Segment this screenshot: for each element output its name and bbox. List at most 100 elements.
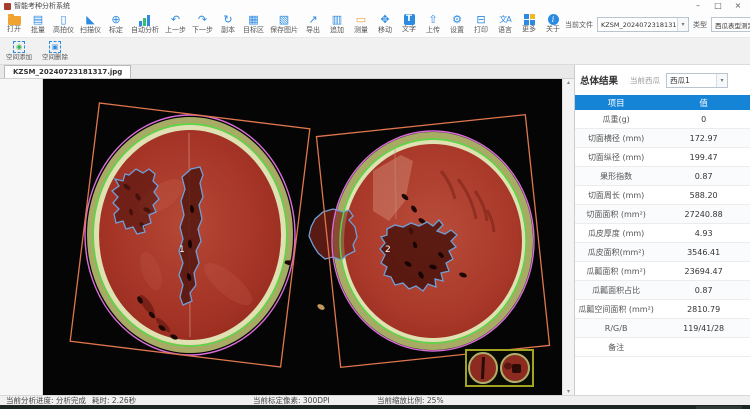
- result-row[interactable]: 瓜瓤空间面积 (mm²)2810.79: [575, 300, 750, 319]
- toolbar-button-scanner[interactable]: ◣扫描仪: [77, 13, 104, 35]
- type-select[interactable]: 西瓜表型测定: [711, 17, 750, 32]
- toolbar-button-space-delete[interactable]: ▣空间删除: [42, 41, 68, 62]
- toolbar-button-more[interactable]: 更多: [517, 13, 541, 35]
- toolbar-button-text[interactable]: T文字: [397, 13, 421, 35]
- toolbar-button-batch[interactable]: ▤批量: [26, 13, 50, 35]
- result-row[interactable]: 瓜皮厚度 (mm)4.93: [575, 224, 750, 243]
- toolbar-button-label: 设置: [450, 26, 464, 35]
- result-row[interactable]: R/G/B119/41/28: [575, 319, 750, 338]
- toolbar-button-calibration[interactable]: ⊕标定: [104, 13, 128, 35]
- toolbar-button-target-region[interactable]: ▦目标区: [240, 13, 267, 35]
- image-workspace: KZSM_20240723181317.jpg: [0, 65, 574, 395]
- result-item-value: 27240.88: [657, 210, 750, 219]
- batch-icon: ▤: [33, 13, 43, 26]
- result-row[interactable]: 果形指数0.87: [575, 167, 750, 186]
- result-item-label: 备注: [575, 342, 657, 353]
- canvas-row: 1: [0, 79, 574, 395]
- toolbar-button-label: 关于: [546, 25, 560, 34]
- result-row[interactable]: 备注: [575, 338, 750, 357]
- result-item-value: 199.47: [657, 153, 750, 162]
- column-header-value: 值: [657, 97, 750, 109]
- toolbar-button-export[interactable]: ↗导出: [301, 13, 325, 35]
- maximize-button[interactable]: □: [708, 0, 728, 11]
- status-bar: 当前分析进度: 分析完成 耗时: 2.26秒 当前标定像素: 300DPI 当前…: [0, 395, 750, 405]
- toolbar-button-label: 测量: [354, 26, 368, 35]
- toolbar-button-space-add[interactable]: ◉空间添加: [6, 41, 32, 62]
- toolbar-button-append[interactable]: ▥追加: [325, 13, 349, 35]
- toolbar-button-settings[interactable]: ⚙设置: [445, 13, 469, 35]
- result-row[interactable]: 瓜瓤面积 (mm²)23694.47: [575, 262, 750, 281]
- type-value: 西瓜表型测定: [712, 20, 750, 30]
- about-icon: i: [548, 14, 559, 25]
- result-item-label: 瓜瓤空间面积 (mm²): [575, 304, 657, 315]
- chevron-down-icon[interactable]: [716, 74, 727, 87]
- left-spacer-panel: [0, 79, 43, 395]
- toolbar-button-label: 打开: [7, 25, 21, 34]
- toolbar-button-upload[interactable]: ⇧上传: [421, 13, 445, 35]
- results-title: 总体结果: [580, 73, 618, 87]
- navigator-thumbnail[interactable]: [465, 349, 534, 387]
- elapsed-time-status: 耗时: 2.26秒: [92, 396, 136, 405]
- result-row[interactable]: 切面面积 (mm²)27240.88: [575, 205, 750, 224]
- toolbar-button-duplicate[interactable]: ↻副本: [216, 13, 240, 35]
- toolbar-button-label: 移动: [378, 26, 392, 35]
- melon-2-number: 2: [385, 245, 391, 255]
- toolbar-button-label: 追加: [330, 26, 344, 35]
- image-tab[interactable]: KZSM_20240723181317.jpg: [4, 65, 131, 78]
- toolbar-button-measure[interactable]: ▭测量: [349, 13, 373, 35]
- toolbar-button-print[interactable]: ⊟打印: [469, 13, 493, 35]
- toolbar-button-label: 下一步: [192, 26, 213, 35]
- result-item-label: 切面横径 (mm): [575, 133, 657, 144]
- undo-icon: ↶: [171, 13, 180, 26]
- taskbar-strip: [0, 405, 750, 409]
- result-item-value: 172.97: [657, 134, 750, 143]
- auto-analyze-icon: [139, 15, 151, 26]
- toolbar-button-about[interactable]: i关于: [541, 13, 565, 35]
- analysis-canvas-svg: 1: [43, 79, 562, 395]
- toolbar-button-label: 标定: [109, 26, 123, 35]
- results-panel: 总体结果 当前西瓜 西瓜1 项目 值 瓜重(g)0切面横径 (mm)172.97…: [574, 65, 750, 395]
- toolbar-button-redo[interactable]: ↷下一步: [189, 13, 216, 35]
- result-item-label: 切面面积 (mm²): [575, 209, 657, 220]
- result-row[interactable]: 切面横径 (mm)172.97: [575, 129, 750, 148]
- result-row[interactable]: 瓜瓤面积占比0.87: [575, 281, 750, 300]
- toolbar-button-label: 空间添加: [6, 53, 32, 62]
- close-button[interactable]: ×: [728, 0, 748, 11]
- toolbar-button-open-folder[interactable]: 打开: [2, 13, 26, 35]
- current-file-value: KZSM_20240723181317: [598, 21, 677, 29]
- current-file-select[interactable]: KZSM_20240723181317: [597, 17, 689, 32]
- app-icon: [4, 3, 11, 10]
- result-row[interactable]: 瓜皮面积(mm²)3546.41: [575, 243, 750, 262]
- toolbar-button-label: 上传: [426, 26, 440, 35]
- type-label: 类型: [693, 20, 707, 30]
- analysis-progress-status: 当前分析进度: 分析完成: [6, 396, 86, 405]
- result-row[interactable]: 瓜重(g)0: [575, 110, 750, 129]
- result-item-value: 2810.79: [657, 305, 750, 314]
- result-row[interactable]: 切面周长 (mm)588.20: [575, 186, 750, 205]
- toolbar-button-save-image[interactable]: ▧保存图片: [267, 13, 301, 35]
- current-melon-select[interactable]: 西瓜1: [666, 73, 728, 88]
- window-controls: – □ ×: [688, 0, 748, 11]
- image-canvas[interactable]: 1: [43, 79, 562, 395]
- result-row[interactable]: 切面纵径 (mm)199.47: [575, 148, 750, 167]
- current-melon-label: 当前西瓜: [630, 75, 660, 86]
- result-item-label: R/G/B: [575, 324, 657, 333]
- toolbar-button-undo[interactable]: ↶上一步: [162, 13, 189, 35]
- toolbar-button-auto-analyze[interactable]: 自动分析: [128, 13, 162, 35]
- toolbar-button-doc-camera[interactable]: ▯高拍仪: [50, 13, 77, 35]
- toolbar-button-label: 空间删除: [42, 53, 68, 62]
- results-table-header: 项目 值: [575, 95, 750, 110]
- result-item-value: 4.93: [657, 229, 750, 238]
- toolbar-button-label: 语言: [498, 26, 512, 35]
- result-item-value: 23694.47: [657, 267, 750, 276]
- chevron-down-icon[interactable]: [677, 18, 688, 31]
- toolbar-button-move[interactable]: ✥移动: [373, 13, 397, 35]
- result-item-label: 切面纵径 (mm): [575, 152, 657, 163]
- minimize-button[interactable]: –: [688, 0, 708, 11]
- canvas-vertical-scrollbar[interactable]: [562, 79, 574, 395]
- toolbar-button-language[interactable]: 文A语言: [493, 13, 517, 35]
- result-item-label: 瓜瓤面积 (mm²): [575, 266, 657, 277]
- more-icon: [524, 14, 535, 25]
- result-item-label: 果形指数: [575, 171, 657, 182]
- result-item-value: 588.20: [657, 191, 750, 200]
